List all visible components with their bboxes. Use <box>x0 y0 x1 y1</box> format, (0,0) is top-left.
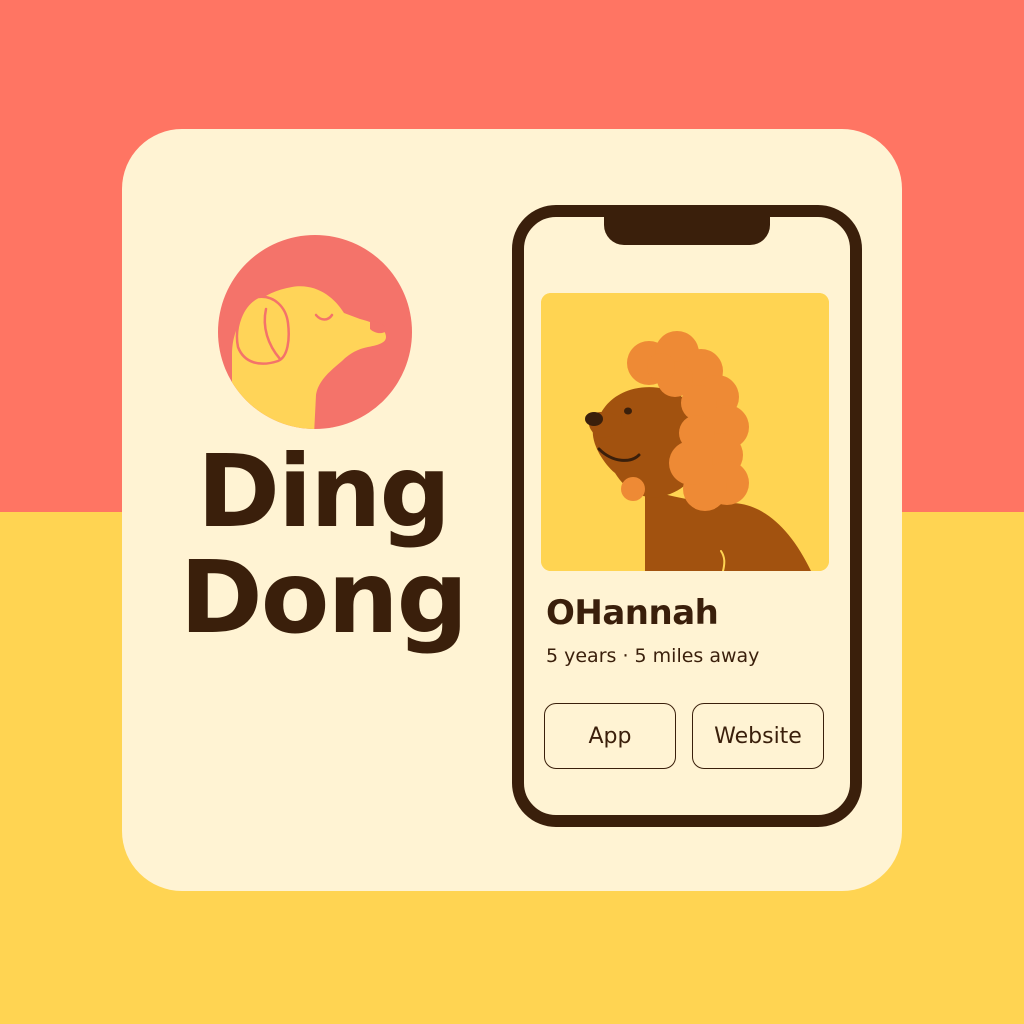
phone-mockup: OHannah 5 years · 5 miles away App Websi… <box>512 205 862 827</box>
website-button[interactable]: Website <box>692 703 824 769</box>
profile-photo[interactable] <box>541 293 829 571</box>
phone-notch <box>604 213 770 245</box>
promo-card: Ding Dong OHannah 5 years · 5 miles away… <box>122 129 902 891</box>
dog-head-icon <box>218 235 412 429</box>
brand-line-1: Ding <box>196 433 451 550</box>
profile-name: OHannah <box>546 593 719 633</box>
profile-meta: 5 years · 5 miles away <box>546 645 760 667</box>
app-button[interactable]: App <box>544 703 676 769</box>
page: Ding Dong OHannah 5 years · 5 miles away… <box>0 0 1024 1024</box>
brand-title: Ding Dong <box>168 439 478 651</box>
poodle-photo <box>541 293 829 571</box>
brand-line-2: Dong <box>179 539 468 656</box>
